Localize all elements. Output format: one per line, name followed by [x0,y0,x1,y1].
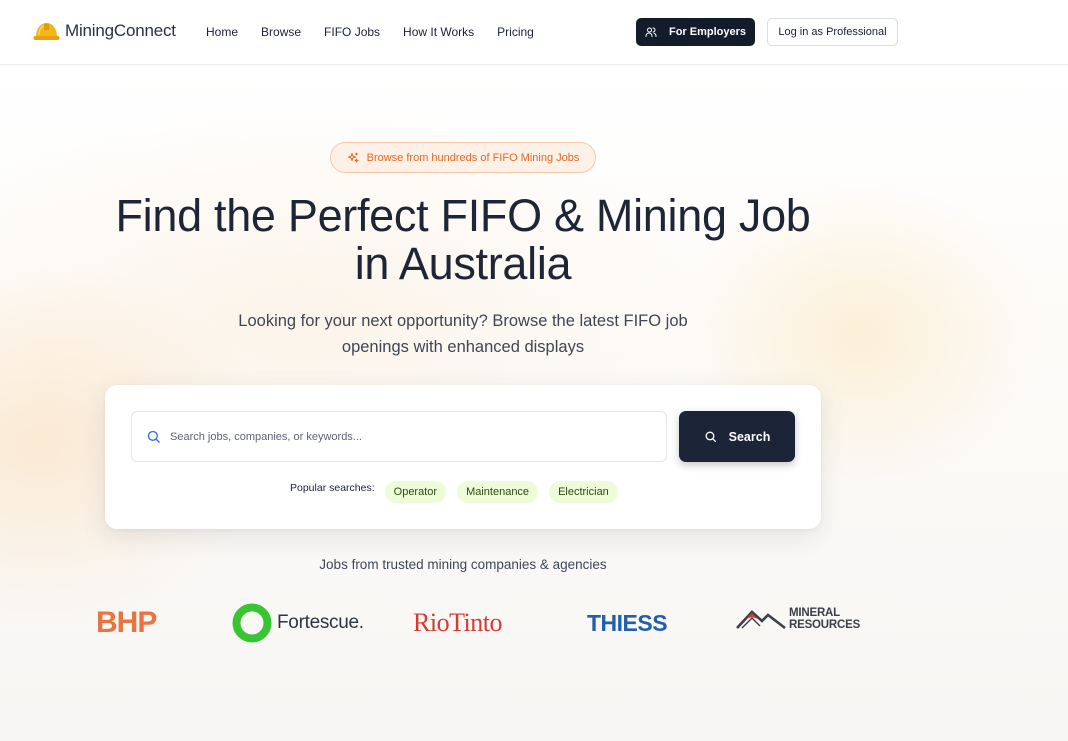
popular-searches: Popular searches: Operator Maintenance E… [290,481,629,503]
resources-word: RESOURCES [789,619,861,631]
fortescue-ring-icon [232,603,272,643]
search-button[interactable]: Search [679,411,795,462]
hero-subtitle: Looking for your next opportunity? Brows… [238,312,688,356]
mineral-resources-logo: MINERAL RESOURCES [736,607,860,631]
brand-name: MiningConnect [65,20,176,40]
for-employers-label: For Employers [668,26,747,38]
for-employers-button[interactable]: For Employers [636,18,755,46]
nav-browse[interactable]: Browse [261,24,301,40]
thiess-logo: THIESS [587,610,668,636]
search-icon [705,431,716,443]
hard-hat-icon [33,23,60,40]
nav-fifo-jobs[interactable]: FIFO Jobs [324,24,380,40]
hero-badge: Browse from hundreds of FIFO Mining Jobs [330,142,596,173]
main-nav: Home Browse FIFO Jobs How It Works Prici… [206,24,557,40]
nav-how-it-works[interactable]: How It Works [403,24,474,40]
mineral-word: MINERAL [789,607,840,619]
users-icon [645,27,657,37]
bhp-logo: BHP [96,606,157,639]
search-icon [147,430,160,443]
login-professional-label: Log in as Professional [778,26,887,38]
fortescue-logo: Fortescue. [232,603,364,643]
search-button-label: Search [728,429,771,444]
search-input[interactable] [170,430,650,443]
sparkles-icon [347,152,359,162]
popular-chip-maintenance[interactable]: Maintenance [457,481,539,503]
mountain-icon [736,610,786,630]
riotinto-logo: RioTinto [413,608,502,637]
login-professional-button[interactable]: Log in as Professional [767,18,898,46]
brand-logo[interactable]: MiningConnect [33,18,176,43]
company-logos: BHP Fortescue. RioTinto THIESS MINERAL R… [0,596,1068,656]
hero-title: Find the Perfect FIFO & Mining Job in Au… [115,190,811,289]
site-header: MiningConnect Home Browse FIFO Jobs How … [0,0,1068,65]
popular-searches-label: Popular searches: [290,482,375,494]
popular-chip-operator[interactable]: Operator [384,481,447,503]
nav-home[interactable]: Home [206,24,238,40]
hero-badge-text: Browse from hundreds of FIFO Mining Jobs [366,151,580,164]
trusted-companies-heading: Jobs from trusted mining companies & age… [319,557,607,572]
search-card: Search Popular searches: Operator Mainte… [105,385,821,529]
popular-chip-electrician[interactable]: Electrician [549,481,618,503]
nav-pricing[interactable]: Pricing [497,24,534,40]
search-field[interactable] [131,411,667,462]
